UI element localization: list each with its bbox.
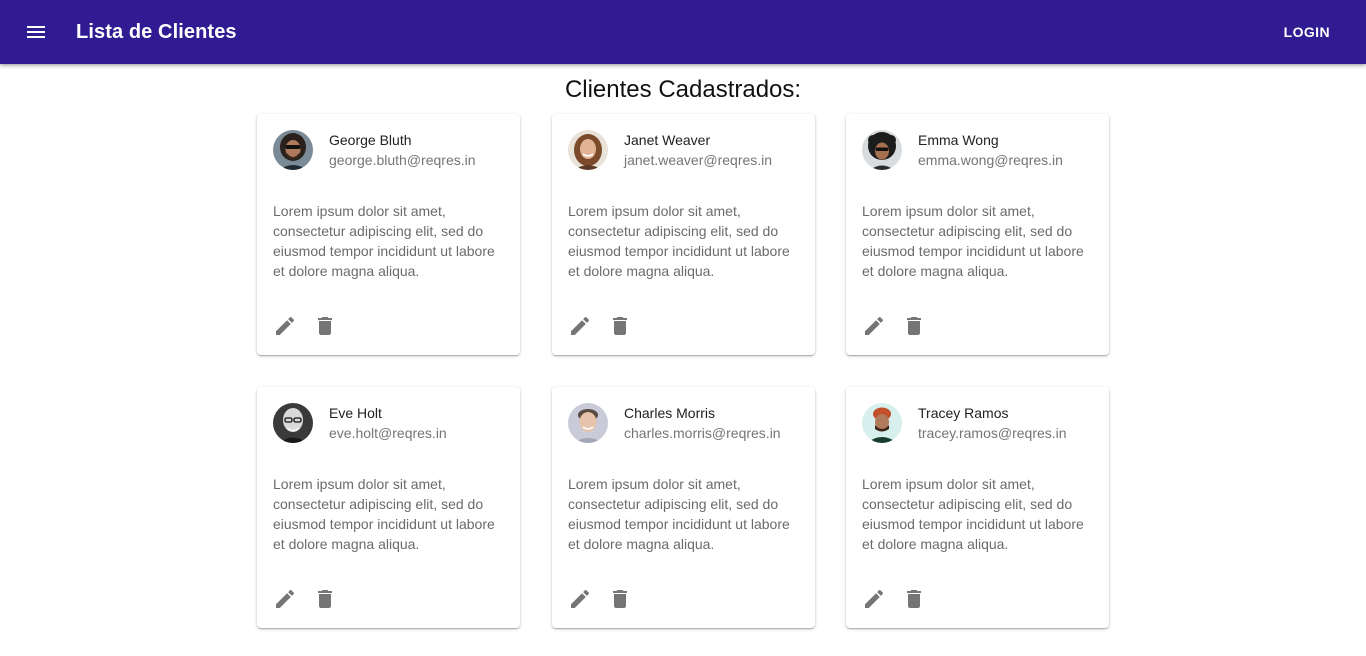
avatar bbox=[568, 130, 608, 170]
trash-icon bbox=[613, 590, 627, 608]
trash-icon bbox=[613, 317, 627, 335]
trash-icon bbox=[318, 590, 332, 608]
avatar bbox=[862, 130, 902, 170]
delete-button[interactable] bbox=[604, 310, 636, 342]
trash-icon bbox=[907, 317, 921, 335]
app-title: Lista de Clientes bbox=[76, 21, 237, 43]
client-name: Janet Weaver bbox=[624, 132, 711, 148]
client-card: Eve Holt eve.holt@reqres.in Lorem ipsum … bbox=[257, 387, 520, 628]
client-description: Lorem ipsum dolor sit amet, consectetur … bbox=[862, 203, 1084, 279]
menu-icon bbox=[27, 26, 45, 38]
client-card: Emma Wong emma.wong@reqres.in Lorem ipsu… bbox=[846, 114, 1109, 355]
edit-button[interactable] bbox=[858, 310, 890, 342]
avatar bbox=[862, 403, 902, 443]
delete-button[interactable] bbox=[309, 583, 341, 615]
delete-button[interactable] bbox=[898, 310, 930, 342]
client-name: Tracey Ramos bbox=[918, 405, 1009, 421]
client-name: George Bluth bbox=[329, 132, 412, 148]
edit-button[interactable] bbox=[564, 310, 596, 342]
client-email: eve.holt@reqres.in bbox=[329, 425, 447, 441]
pencil-icon bbox=[865, 589, 884, 608]
edit-button[interactable] bbox=[564, 583, 596, 615]
menu-button[interactable] bbox=[12, 8, 60, 56]
client-description: Lorem ipsum dolor sit amet, consectetur … bbox=[273, 476, 495, 552]
trash-icon bbox=[318, 317, 332, 335]
pencil-icon bbox=[865, 316, 884, 335]
client-name: Eve Holt bbox=[329, 405, 382, 421]
client-card: George Bluth george.bluth@reqres.in Lore… bbox=[257, 114, 520, 355]
pencil-icon bbox=[276, 316, 295, 335]
client-description: Lorem ipsum dolor sit amet, consectetur … bbox=[273, 203, 495, 279]
client-name: Emma Wong bbox=[918, 132, 999, 148]
pencil-icon bbox=[571, 589, 590, 608]
client-email: emma.wong@reqres.in bbox=[918, 152, 1063, 168]
avatar bbox=[568, 403, 608, 443]
client-description: Lorem ipsum dolor sit amet, consectetur … bbox=[862, 476, 1084, 552]
pencil-icon bbox=[571, 316, 590, 335]
client-email: janet.weaver@reqres.in bbox=[624, 152, 773, 168]
delete-button[interactable] bbox=[309, 310, 341, 342]
client-email: charles.morris@reqres.in bbox=[624, 425, 781, 441]
app-bar: Lista de Clientes LOGIN bbox=[0, 0, 1366, 64]
client-description: Lorem ipsum dolor sit amet, consectetur … bbox=[568, 476, 790, 552]
client-email: george.bluth@reqres.in bbox=[329, 152, 476, 168]
edit-button[interactable] bbox=[269, 583, 301, 615]
client-card: Janet Weaver janet.weaver@reqres.in Lore… bbox=[552, 114, 815, 355]
pencil-icon bbox=[276, 589, 295, 608]
delete-button[interactable] bbox=[898, 583, 930, 615]
client-name: Charles Morris bbox=[624, 405, 716, 421]
client-card: Tracey Ramos tracey.ramos@reqres.in Lore… bbox=[846, 387, 1109, 628]
client-description: Lorem ipsum dolor sit amet, consectetur … bbox=[568, 203, 790, 279]
client-email: tracey.ramos@reqres.in bbox=[918, 425, 1067, 441]
edit-button[interactable] bbox=[858, 583, 890, 615]
avatar bbox=[273, 403, 313, 443]
client-card: Charles Morris charles.morris@reqres.in … bbox=[552, 387, 815, 628]
edit-button[interactable] bbox=[269, 310, 301, 342]
trash-icon bbox=[907, 590, 921, 608]
delete-button[interactable] bbox=[604, 583, 636, 615]
login-button[interactable]: LOGIN bbox=[1270, 14, 1344, 50]
avatar bbox=[273, 130, 313, 170]
page-title: Clientes Cadastrados: bbox=[564, 76, 802, 103]
